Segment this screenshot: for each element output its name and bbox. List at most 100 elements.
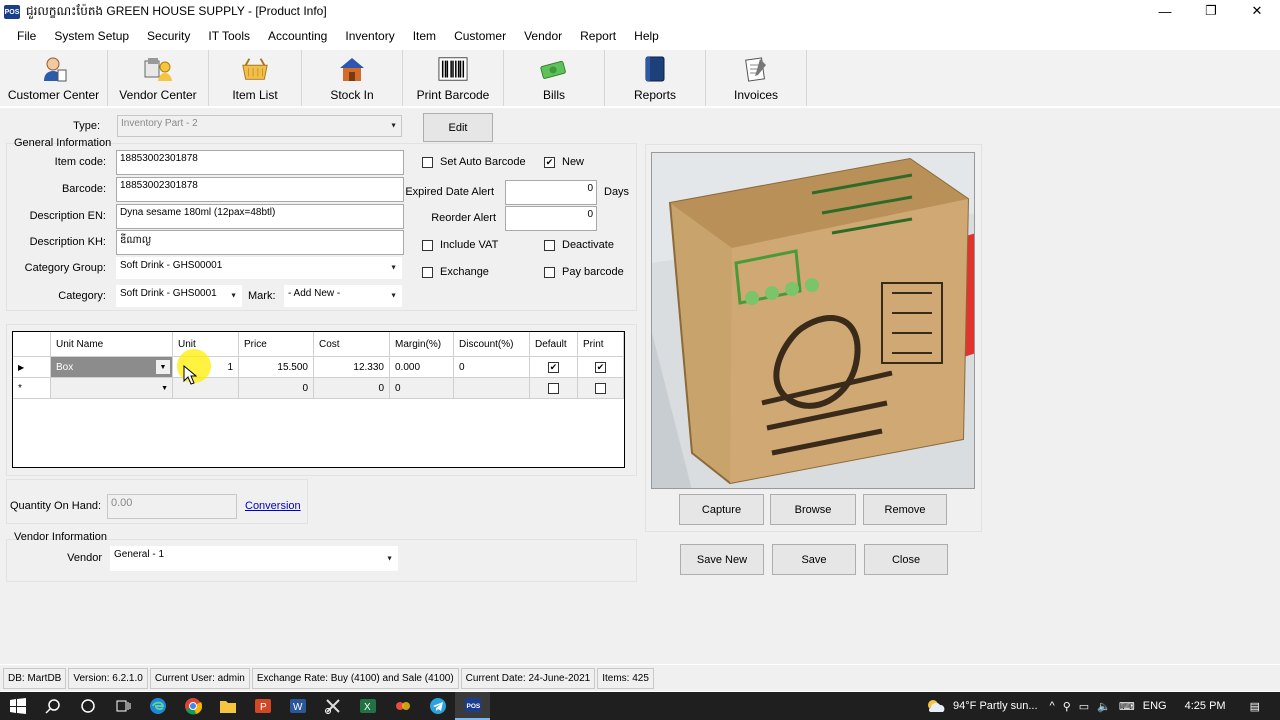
- volume-icon[interactable]: 🔈: [1097, 700, 1111, 713]
- vendor-combo[interactable]: General - 1 ▼: [110, 546, 398, 571]
- menu-system-setup[interactable]: System Setup: [45, 29, 138, 43]
- windows-start-icon[interactable]: [0, 692, 35, 720]
- print-checkbox[interactable]: ✔: [578, 357, 624, 378]
- menu-vendor[interactable]: Vendor: [515, 29, 571, 43]
- set-auto-barcode-checkbox[interactable]: Set Auto Barcode: [422, 156, 526, 168]
- col-header-default[interactable]: Default: [530, 332, 578, 357]
- type-combo[interactable]: Inventory Part - 2 ▼: [117, 115, 402, 137]
- telegram-icon[interactable]: [420, 692, 455, 720]
- save-button[interactable]: Save: [772, 544, 856, 575]
- category-combo[interactable]: Soft Drink - GHS0001 ▼: [116, 285, 242, 307]
- pos-app-taskbar-icon[interactable]: POS: [455, 692, 490, 720]
- capture-button[interactable]: Capture: [679, 494, 764, 525]
- col-header-cost[interactable]: Cost: [314, 332, 390, 357]
- table-row[interactable]: ▶ Box ▼ 1 15.500 12.330 0.000 0 ✔ ✔: [13, 357, 624, 378]
- print-checkbox[interactable]: [578, 378, 624, 399]
- barcode-input[interactable]: 18853002301878: [116, 177, 404, 202]
- bills-button[interactable]: Bills: [504, 50, 605, 106]
- discount-cell[interactable]: [454, 378, 530, 399]
- cost-cell[interactable]: 12.330: [314, 357, 390, 378]
- item-list-button[interactable]: Item List: [209, 50, 302, 106]
- browse-button[interactable]: Browse: [770, 494, 856, 525]
- item-code-input[interactable]: 18853002301878: [116, 150, 404, 175]
- close-button[interactable]: Close: [864, 544, 948, 575]
- unit-price-grid[interactable]: Unit Name Unit Price Cost Margin(%) Disc…: [12, 331, 625, 468]
- cortana-icon[interactable]: [70, 692, 105, 720]
- vendor-icon: [143, 54, 173, 84]
- excel-icon[interactable]: X: [350, 692, 385, 720]
- menu-report[interactable]: Report: [571, 29, 625, 43]
- restore-button[interactable]: ❐: [1188, 0, 1234, 22]
- invoices-button[interactable]: Invoices: [706, 50, 807, 106]
- file-explorer-icon[interactable]: [210, 692, 245, 720]
- task-view-icon[interactable]: [105, 692, 140, 720]
- reports-button[interactable]: Reports: [605, 50, 706, 106]
- app-icon[interactable]: [385, 692, 420, 720]
- category-group-combo[interactable]: Soft Drink - GHS00001 ▼: [116, 257, 402, 279]
- menu-security[interactable]: Security: [138, 29, 199, 43]
- cost-cell[interactable]: 0: [314, 378, 390, 399]
- menu-it-tools[interactable]: IT Tools: [199, 29, 259, 43]
- unit-name-value: Box: [56, 361, 74, 373]
- edge-icon[interactable]: [140, 692, 175, 720]
- default-checkbox[interactable]: ✔: [530, 357, 578, 378]
- chevron-down-icon[interactable]: ▼: [161, 385, 168, 392]
- default-checkbox[interactable]: [530, 378, 578, 399]
- deactivate-checkbox[interactable]: Deactivate: [544, 239, 614, 251]
- menu-inventory[interactable]: Inventory: [336, 29, 403, 43]
- save-new-button[interactable]: Save New: [680, 544, 764, 575]
- notification-icon[interactable]: ▤: [1250, 700, 1260, 713]
- col-header-discount[interactable]: Discount(%): [454, 332, 530, 357]
- pay-barcode-checkbox[interactable]: Pay barcode: [544, 266, 624, 278]
- discount-cell[interactable]: 0: [454, 357, 530, 378]
- col-header-print[interactable]: Print: [578, 332, 624, 357]
- network-icon[interactable]: ⚲: [1063, 700, 1071, 713]
- unit-name-combo[interactable]: ▼: [51, 378, 173, 399]
- col-header-unit-name[interactable]: Unit Name: [51, 332, 173, 357]
- conversion-link[interactable]: Conversion: [245, 500, 301, 512]
- reorder-alert-input[interactable]: 0: [505, 206, 597, 231]
- col-header-price[interactable]: Price: [239, 332, 314, 357]
- include-vat-checkbox[interactable]: Include VAT: [422, 239, 498, 251]
- edit-button[interactable]: Edit: [423, 113, 493, 142]
- minimize-button[interactable]: —: [1142, 0, 1188, 22]
- desc-en-input[interactable]: Dyna sesame 180ml (12pax=48btl): [116, 204, 404, 229]
- desc-kh-input[interactable]: ឌីណាល្ង: [116, 230, 404, 255]
- battery-icon[interactable]: ▭: [1079, 700, 1089, 713]
- close-window-button[interactable]: ✕: [1234, 0, 1280, 22]
- reorder-alert-label: Reorder Alert: [431, 212, 496, 224]
- menu-customer[interactable]: Customer: [445, 29, 515, 43]
- search-icon[interactable]: [35, 692, 70, 720]
- unit-name-combo[interactable]: Box ▼: [51, 357, 173, 378]
- menu-file[interactable]: File: [8, 29, 45, 43]
- clock[interactable]: 4:25 PM: [1185, 700, 1226, 712]
- qoh-label: Quantity On Hand:: [10, 500, 102, 512]
- chevron-up-icon[interactable]: ^: [1050, 700, 1055, 712]
- price-cell[interactable]: 0: [239, 378, 314, 399]
- col-header-margin[interactable]: Margin(%): [390, 332, 454, 357]
- stock-in-button[interactable]: Stock In: [302, 50, 403, 106]
- language-indicator[interactable]: ENG: [1143, 700, 1167, 712]
- word-icon[interactable]: W: [280, 692, 315, 720]
- expired-date-alert-input[interactable]: 0: [505, 180, 597, 205]
- margin-cell[interactable]: 0.000: [390, 357, 454, 378]
- new-checkbox[interactable]: ✔ New: [544, 156, 584, 168]
- chrome-icon[interactable]: [175, 692, 210, 720]
- menu-item[interactable]: Item: [404, 29, 445, 43]
- menu-accounting[interactable]: Accounting: [259, 29, 336, 43]
- exchange-checkbox[interactable]: Exchange: [422, 266, 489, 278]
- remove-image-button[interactable]: Remove: [863, 494, 947, 525]
- price-cell[interactable]: 15.500: [239, 357, 314, 378]
- customer-center-button[interactable]: Customer Center: [0, 50, 108, 106]
- table-row-new[interactable]: * ▼ 0 0 0: [13, 378, 624, 399]
- margin-cell[interactable]: 0: [390, 378, 454, 399]
- print-barcode-button[interactable]: Print Barcode: [403, 50, 504, 106]
- snipping-tool-icon[interactable]: [315, 692, 350, 720]
- weather-text[interactable]: 94°F Partly sun...: [953, 700, 1038, 712]
- powerpoint-icon[interactable]: P: [245, 692, 280, 720]
- chevron-down-icon[interactable]: ▼: [156, 360, 170, 374]
- vendor-center-button[interactable]: Vendor Center: [108, 50, 209, 106]
- keyboard-icon[interactable]: ⌨: [1119, 700, 1135, 713]
- menu-help[interactable]: Help: [625, 29, 668, 43]
- mark-combo[interactable]: - Add New - ▼: [284, 285, 402, 307]
